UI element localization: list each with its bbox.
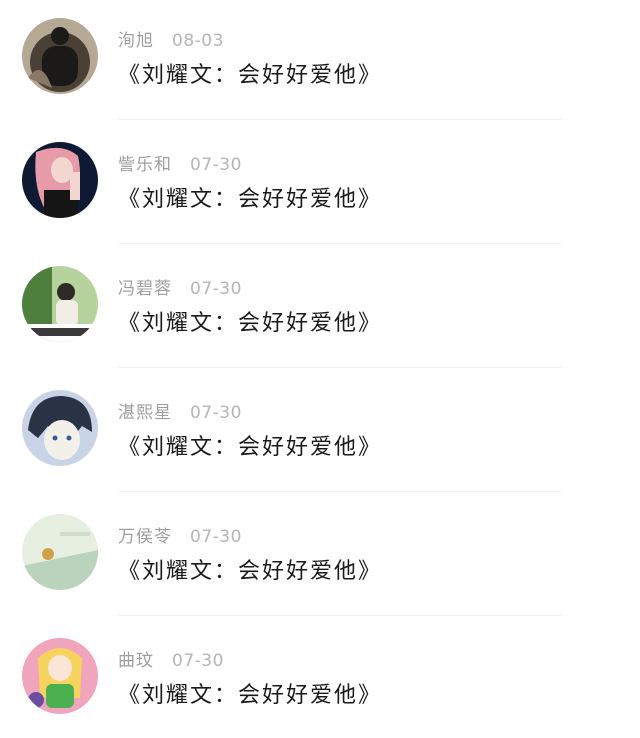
comment-date: 07-30 — [190, 527, 242, 547]
comment-text: 《刘耀文：会好好爱他》 — [118, 187, 383, 212]
anime-boy-avatar-icon[interactable] — [22, 390, 98, 466]
comment-date: 07-30 — [190, 155, 242, 175]
comment-item[interactable]: 洵旭 08-03 《刘耀文：会好好爱他》 — [0, 0, 640, 124]
comment-text: 《刘耀文：会好好爱他》 — [118, 435, 383, 460]
green-photo-avatar-icon[interactable] — [22, 266, 98, 342]
username[interactable]: 訾乐和 — [118, 155, 172, 175]
divider — [118, 367, 562, 368]
comment-date: 07-30 — [190, 279, 242, 299]
comment-meta: 湛熙星 07-30 — [118, 398, 242, 423]
comment-meta: 冯碧蓉 07-30 — [118, 274, 242, 299]
comment-item[interactable]: 湛熙星 07-30 《刘耀文：会好好爱他》 — [0, 372, 640, 496]
comment-meta: 曲玟 07-30 — [118, 646, 224, 671]
comment-meta: 万侯苓 07-30 — [118, 522, 242, 547]
comment-text: 《刘耀文：会好好爱他》 — [118, 63, 383, 88]
pale-green-photo-avatar-icon[interactable] — [22, 514, 98, 590]
username[interactable]: 曲玟 — [118, 651, 154, 671]
comment-meta: 洵旭 08-03 — [118, 26, 224, 51]
dark-hair-avatar-icon[interactable] — [22, 18, 98, 94]
comment-text: 《刘耀文：会好好爱他》 — [118, 559, 383, 584]
pink-hair-girl-avatar-icon[interactable] — [22, 142, 98, 218]
username[interactable]: 万侯苓 — [118, 527, 172, 547]
comment-item[interactable]: 曲玟 07-30 《刘耀文：会好好爱他》 — [0, 620, 640, 738]
comment-list: 洵旭 08-03 《刘耀文：会好好爱他》 訾乐和 07-30 《刘耀文：会好好爱他》 — [0, 0, 640, 738]
divider — [118, 491, 562, 492]
comment-date: 07-30 — [190, 403, 242, 423]
comment-date: 07-30 — [172, 651, 224, 671]
divider — [118, 243, 562, 244]
comment-text: 《刘耀文：会好好爱他》 — [118, 683, 383, 708]
comment-meta: 訾乐和 07-30 — [118, 150, 242, 175]
username[interactable]: 湛熙星 — [118, 403, 172, 423]
comment-item[interactable]: 訾乐和 07-30 《刘耀文：会好好爱他》 — [0, 124, 640, 248]
comment-text: 《刘耀文：会好好爱他》 — [118, 311, 383, 336]
comment-item[interactable]: 冯碧蓉 07-30 《刘耀文：会好好爱他》 — [0, 248, 640, 372]
comment-item[interactable]: 万侯苓 07-30 《刘耀文：会好好爱他》 — [0, 496, 640, 620]
divider — [118, 615, 562, 616]
comment-date: 08-03 — [172, 31, 224, 51]
username[interactable]: 冯碧蓉 — [118, 279, 172, 299]
colorful-anime-avatar-icon[interactable] — [22, 638, 98, 714]
username[interactable]: 洵旭 — [118, 31, 154, 51]
divider — [118, 119, 562, 120]
